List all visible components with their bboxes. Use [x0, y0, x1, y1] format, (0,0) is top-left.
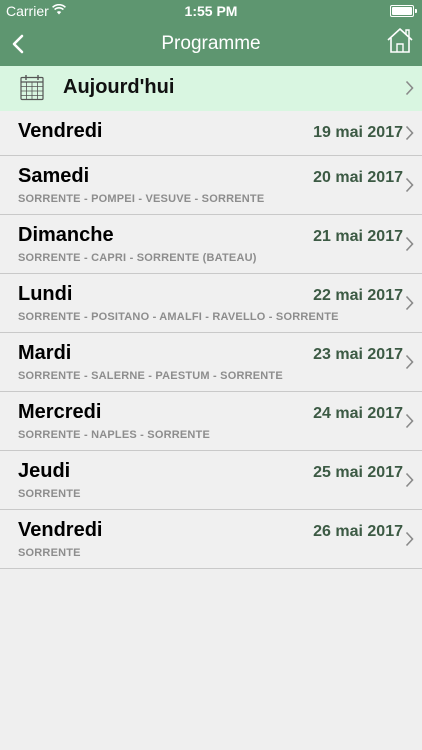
day-name: Lundi — [18, 283, 73, 305]
chevron-right-icon — [405, 125, 414, 141]
day-date: 22 mai 2017 — [313, 287, 403, 304]
today-row[interactable]: Aujourd'hui — [0, 66, 422, 112]
today-label: Aujourd'hui — [63, 76, 175, 98]
chevron-right-icon — [405, 472, 414, 488]
day-name: Mardi — [18, 342, 72, 364]
chevron-right-icon — [405, 413, 414, 429]
day-name: Mercredi — [18, 401, 102, 423]
list-item[interactable]: Jeudi 25 mai 2017 SORRENTE — [0, 451, 422, 510]
day-date: 26 mai 2017 — [313, 523, 403, 540]
day-date: 24 mai 2017 — [313, 405, 403, 422]
list-item[interactable]: Mercredi 24 mai 2017 SORRENTE - NAPLES -… — [0, 392, 422, 451]
chevron-right-icon — [405, 531, 414, 547]
day-date: 19 mai 2017 — [313, 124, 403, 141]
day-name: Vendredi — [18, 519, 103, 541]
list-item[interactable]: Vendredi 19 mai 2017 — [0, 111, 422, 156]
day-route: SORRENTE - SALERNE - PAESTUM - SORRENTE — [18, 370, 283, 382]
list-item[interactable]: Samedi 20 mai 2017 SORRENTE - POMPEI - V… — [0, 156, 422, 215]
day-date: 25 mai 2017 — [313, 464, 403, 481]
status-bar: Carrier 1:55 PM — [0, 0, 422, 22]
home-icon — [387, 28, 413, 53]
day-name: Dimanche — [18, 224, 114, 246]
day-route: SORRENTE - POSITANO - AMALFI - RAVELLO -… — [18, 311, 339, 323]
chevron-right-icon — [405, 177, 414, 193]
status-time: 1:55 PM — [184, 3, 238, 19]
app-header: Carrier 1:55 PM Programme — [0, 0, 422, 66]
day-route: SORRENTE — [18, 488, 81, 500]
chevron-right-icon — [405, 295, 414, 311]
home-button[interactable] — [386, 26, 414, 56]
day-route: SORRENTE - NAPLES - SORRENTE — [18, 429, 211, 441]
list-item[interactable]: Vendredi 26 mai 2017 SORRENTE — [0, 510, 422, 569]
day-route: SORRENTE - POMPEI - VESUVE - SORRENTE — [18, 193, 265, 205]
calendar-icon — [20, 75, 44, 101]
day-name: Jeudi — [18, 460, 71, 482]
schedule-list: Vendredi 19 mai 2017 Samedi 20 mai 2017 … — [0, 111, 422, 569]
day-name: Vendredi — [18, 120, 103, 142]
battery-icon — [390, 5, 417, 17]
chevron-right-icon — [405, 236, 414, 252]
day-date: 21 mai 2017 — [313, 228, 403, 245]
day-date: 20 mai 2017 — [313, 169, 403, 186]
page-title: Programme — [161, 33, 261, 54]
list-item[interactable]: Mardi 23 mai 2017 SORRENTE - SALERNE - P… — [0, 333, 422, 392]
list-item[interactable]: Dimanche 21 mai 2017 SORRENTE - CAPRI - … — [0, 215, 422, 274]
chevron-right-icon — [405, 80, 414, 96]
list-item[interactable]: Lundi 22 mai 2017 SORRENTE - POSITANO - … — [0, 274, 422, 333]
day-name: Samedi — [18, 165, 90, 187]
navigation-bar: Programme — [0, 22, 422, 66]
day-route: SORRENTE — [18, 547, 81, 559]
chevron-right-icon — [405, 354, 414, 370]
day-route: SORRENTE - CAPRI - SORRENTE (BATEAU) — [18, 252, 257, 264]
day-date: 23 mai 2017 — [313, 346, 403, 363]
